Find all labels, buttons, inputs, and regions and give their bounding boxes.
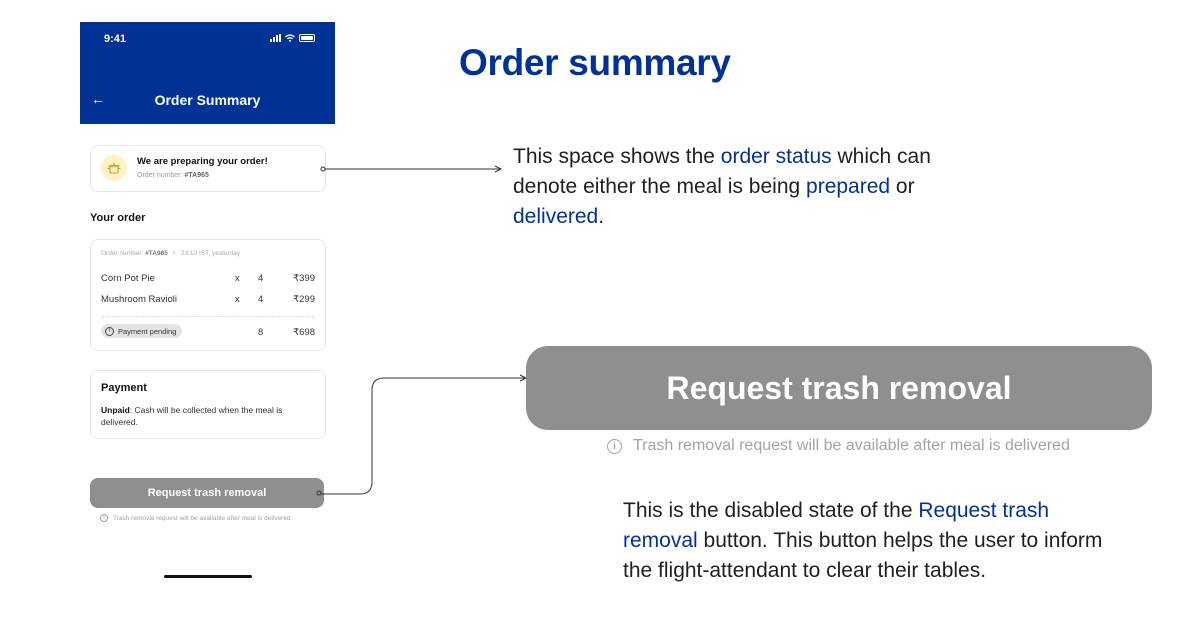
cooking-pot-icon bbox=[101, 155, 127, 181]
status-connector bbox=[320, 165, 503, 173]
item-price: ₹399 bbox=[293, 273, 315, 284]
order-status-card: We are preparing your order! Order numbe… bbox=[90, 145, 326, 192]
info-icon: i bbox=[607, 438, 622, 454]
divider bbox=[101, 316, 315, 317]
order-status-description: This space shows the order status which … bbox=[513, 145, 931, 228]
item-price: ₹299 bbox=[293, 294, 315, 305]
button-connector bbox=[316, 374, 528, 496]
trash-removal-hint: i Trash removal request will be availabl… bbox=[100, 514, 291, 522]
list-item: Corn Pot Pie x 4 ₹399 bbox=[101, 273, 315, 285]
order-number: Order number: #TA965 bbox=[137, 172, 209, 179]
item-quantity: 4 bbox=[258, 294, 264, 305]
order-details-card: Order number: #TA965 • 23:10 IST, yester… bbox=[90, 239, 326, 351]
order-meta: Order number: #TA965 • 23:10 IST, yester… bbox=[101, 250, 241, 257]
trash-removal-hint-text: Trash removal request will be available … bbox=[113, 514, 291, 522]
status-badge: ! Payment pending bbox=[101, 324, 183, 338]
list-item: Mushroom Ravioli x 4 ₹299 bbox=[101, 294, 315, 306]
request-trash-removal-button[interactable]: Request trash removal bbox=[90, 478, 324, 508]
order-status-title: We are preparing your order! bbox=[137, 156, 268, 167]
request-trash-removal-button-large[interactable]: Request trash removal bbox=[526, 346, 1152, 430]
annotation-title: Order summary bbox=[459, 42, 731, 83]
status-bar-icons bbox=[270, 34, 315, 42]
battery-icon bbox=[299, 34, 315, 42]
item-multiplier: x bbox=[235, 273, 240, 284]
total-price: ₹698 bbox=[293, 327, 315, 338]
button-description: This is the disabled state of the Reques… bbox=[623, 499, 1103, 582]
payment-title: Payment bbox=[101, 382, 147, 394]
item-name: Corn Pot Pie bbox=[101, 273, 155, 284]
total-quantity: 8 bbox=[258, 327, 264, 338]
info-icon: i bbox=[100, 514, 108, 522]
item-quantity: 4 bbox=[258, 273, 264, 284]
trash-removal-hint-large-text: Trash removal request will be available … bbox=[633, 437, 1070, 454]
item-multiplier: x bbox=[235, 294, 240, 305]
page-title: Order Summary bbox=[154, 92, 261, 108]
payment-card: Payment Unpaid: Cash will be collected w… bbox=[90, 370, 326, 439]
your-order-heading: Your order bbox=[90, 212, 146, 224]
signal-icon bbox=[270, 34, 281, 42]
item-name: Mushroom Ravioli bbox=[101, 294, 178, 305]
payment-text: Unpaid: Cash will be collected when the … bbox=[101, 405, 283, 427]
status-bar-time: 9:41 bbox=[104, 33, 127, 45]
wifi-icon bbox=[285, 34, 295, 42]
status-badge-label: Payment pending bbox=[118, 326, 177, 336]
home-indicator bbox=[164, 575, 252, 578]
app-header: 9:41 ← Order Summary bbox=[80, 22, 335, 124]
info-icon: ! bbox=[105, 326, 114, 336]
trash-removal-hint-large: i Trash removal request will be availabl… bbox=[607, 437, 1070, 455]
